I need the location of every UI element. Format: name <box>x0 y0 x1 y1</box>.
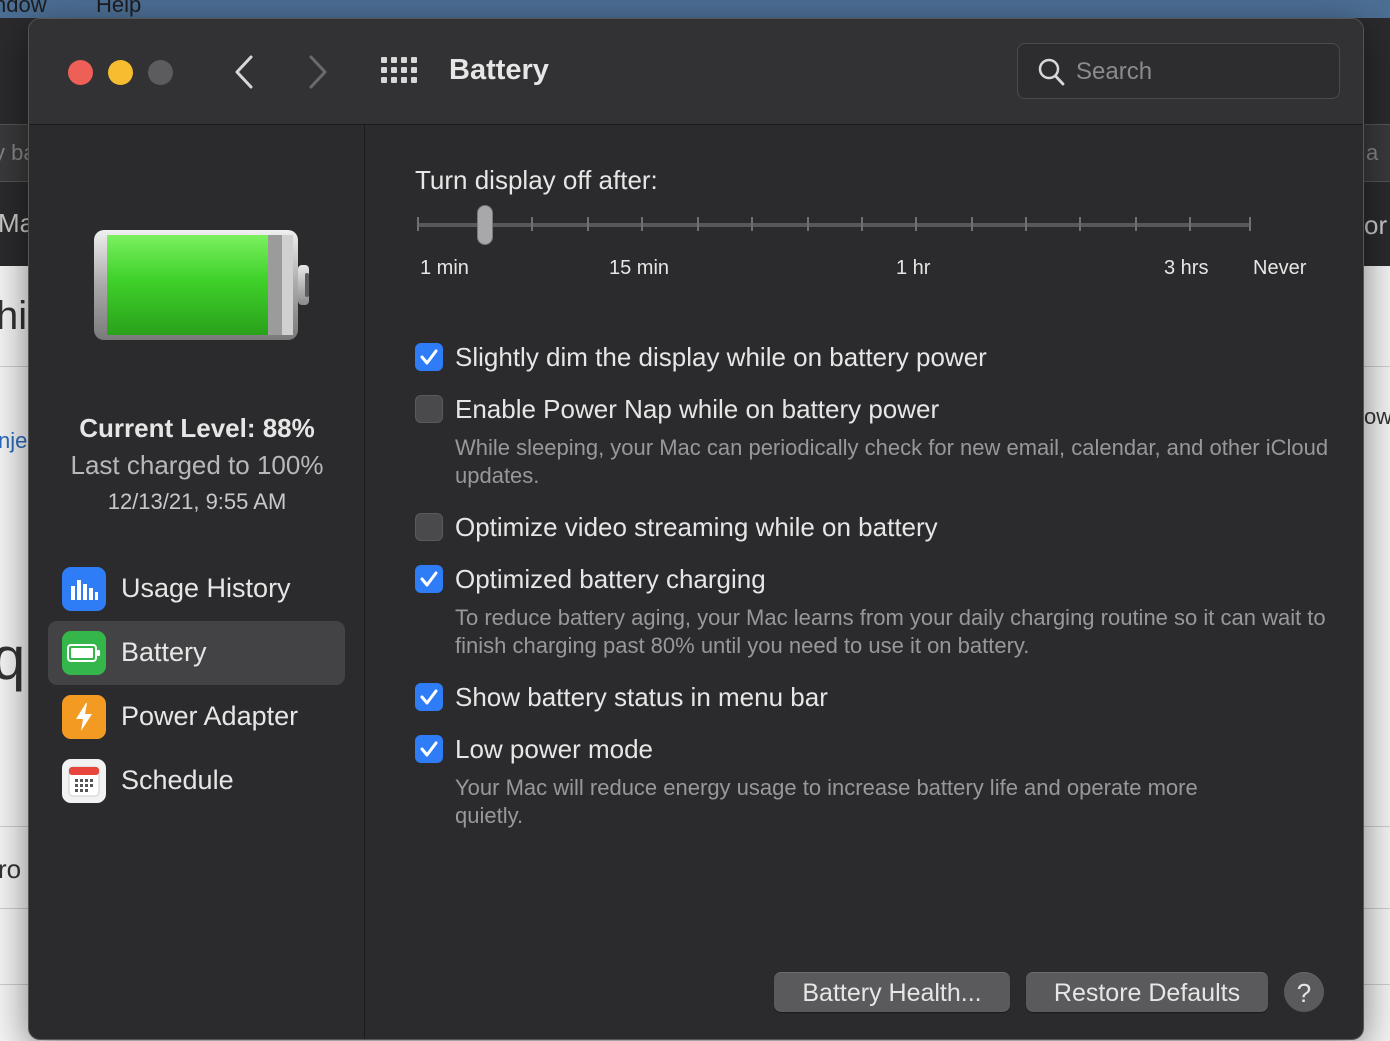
option-label: Enable Power Nap while on battery power <box>455 394 940 424</box>
option-description: While sleeping, your Mac can periodicall… <box>455 435 1329 488</box>
lightning-bolt-icon <box>62 695 106 739</box>
window-title: Battery <box>449 54 549 86</box>
option-label: Slightly dim the display while on batter… <box>455 342 987 372</box>
last-charged-time: 12/13/21, 9:55 AM <box>107 489 287 514</box>
option-label: Optimized battery charging <box>455 564 766 594</box>
battery-preferences-window: Battery Search Current Level: 88% Last c… <box>28 18 1364 1040</box>
checkmark-icon <box>420 571 438 587</box>
slider-label-1-min: 1 min <box>420 257 469 279</box>
show-all-grid-button[interactable] <box>381 57 419 85</box>
sidebar-item-power-adapter[interactable]: Power Adapter <box>48 685 345 749</box>
display-off-slider-title: Turn display off after: <box>415 165 658 195</box>
slider-tick <box>971 217 973 231</box>
restore-defaults-button[interactable]: Restore Defaults <box>1026 972 1268 1012</box>
background-text: nje <box>0 428 28 453</box>
background-text: hi <box>0 294 28 338</box>
search-icon <box>1038 58 1065 86</box>
help-button[interactable]: ? <box>1284 972 1324 1012</box>
checkbox[interactable] <box>415 513 443 541</box>
checkmark-icon <box>420 689 438 705</box>
background-menu-item: Help <box>96 0 142 17</box>
slider-tick <box>1135 217 1137 231</box>
background-text: a <box>1366 140 1379 165</box>
battery-fill <box>107 235 268 335</box>
slider-tick <box>1025 217 1027 231</box>
battery-settings-panel: Turn display off after: 1 min 15 min 1 h… <box>366 125 1363 1039</box>
slider-tick <box>697 217 699 231</box>
checkmark-icon <box>420 349 438 365</box>
sidebar: Current Level: 88% Last charged to 100% … <box>29 125 365 1039</box>
sidebar-item-battery[interactable]: Battery <box>48 621 345 685</box>
slider-label-1-hr: 1 hr <box>896 257 931 279</box>
background-text: ow <box>1364 404 1390 429</box>
slider-tick <box>641 217 643 231</box>
slider-tick <box>861 217 863 231</box>
battery-icon <box>62 631 106 675</box>
forward-button[interactable] <box>303 53 333 91</box>
battery-health-button[interactable]: Battery Health... <box>774 972 1010 1012</box>
search-field[interactable] <box>1017 43 1340 99</box>
slider-tick <box>587 217 589 231</box>
current-level-text: Current Level: 88% <box>79 413 315 443</box>
search-input[interactable] <box>1076 54 1326 90</box>
sidebar-item-usage-history[interactable]: Usage History <box>48 557 345 621</box>
slider-label-never: Never <box>1253 257 1307 279</box>
last-charged-text: Last charged to 100% <box>70 450 324 480</box>
option-label: Show battery status in menu bar <box>455 682 828 712</box>
slider-tick <box>531 217 533 231</box>
sidebar-item-label: Schedule <box>121 765 234 795</box>
minimize-button[interactable] <box>108 60 133 85</box>
battery-level-icon <box>94 230 309 340</box>
chevron-right-icon <box>309 55 327 89</box>
option-description: Your Mac will reduce energy usage to inc… <box>455 775 1198 828</box>
checkbox[interactable] <box>415 683 443 711</box>
sidebar-item-label: Battery <box>121 637 207 667</box>
slider-tick <box>915 217 917 231</box>
checkbox[interactable] <box>415 395 443 423</box>
checkmark-icon <box>420 741 438 757</box>
background-text: ro <box>0 854 22 884</box>
slider-label-3-hrs: 3 hrs <box>1164 257 1209 279</box>
slider-tick <box>1079 217 1081 231</box>
checkbox[interactable] <box>415 735 443 763</box>
slider-thumb[interactable] <box>477 205 493 245</box>
slider-tick <box>751 217 753 231</box>
slider-tick <box>807 217 809 231</box>
bar-chart-icon <box>62 567 106 611</box>
sidebar-item-label: Power Adapter <box>121 701 299 731</box>
background-text: or <box>1364 210 1388 240</box>
zoom-button[interactable] <box>148 60 173 85</box>
background-menubar: ndow Help <box>0 0 1390 18</box>
sidebar-item-schedule[interactable]: Schedule <box>48 749 345 813</box>
checkbox[interactable] <box>415 565 443 593</box>
option-description: To reduce battery aging, your Mac learns… <box>455 605 1326 658</box>
calendar-icon <box>62 759 106 803</box>
background-menu-item: ndow <box>0 0 47 17</box>
option-label: Low power mode <box>455 734 653 764</box>
titlebar: Battery <box>29 19 1363 125</box>
slider-tick <box>1189 217 1191 231</box>
chevron-left-icon <box>235 55 253 89</box>
checkbox[interactable] <box>415 343 443 371</box>
sidebar-item-label: Usage History <box>121 573 291 603</box>
slider-track[interactable] <box>418 223 1250 227</box>
option-label: Optimize video streaming while on batter… <box>455 512 938 542</box>
close-button[interactable] <box>68 60 93 85</box>
slider-tick <box>1249 217 1251 231</box>
slider-label-15-min: 15 min <box>609 257 670 279</box>
back-button[interactable] <box>229 53 259 91</box>
slider-tick <box>417 217 419 231</box>
